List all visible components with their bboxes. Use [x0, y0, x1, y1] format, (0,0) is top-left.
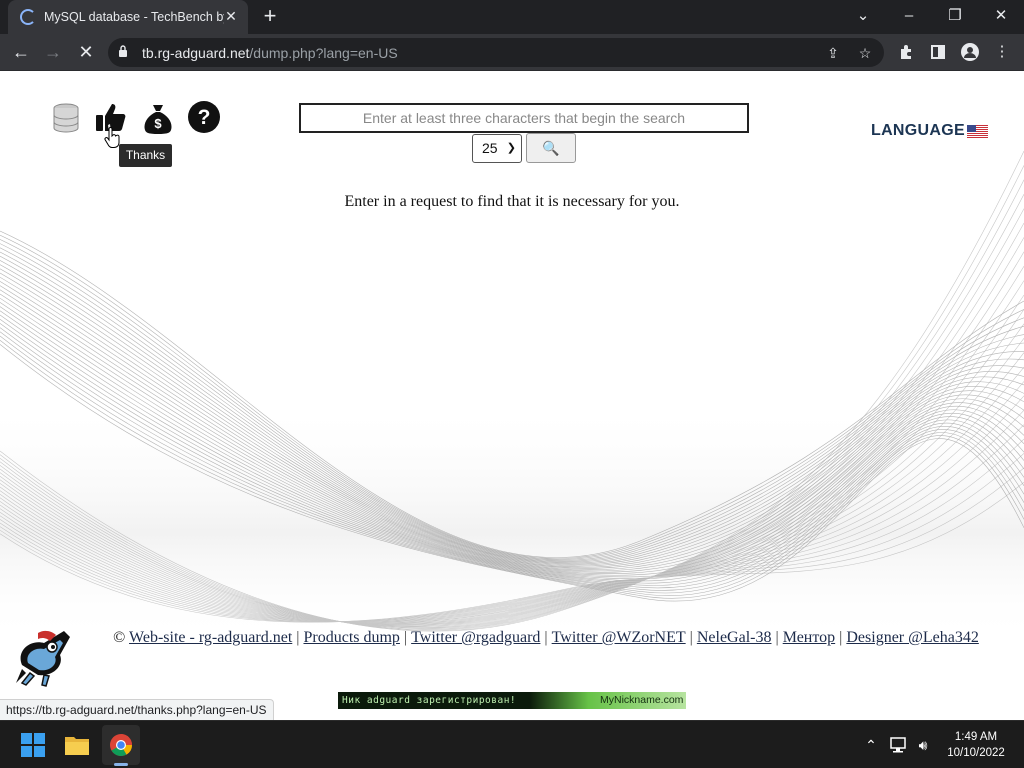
side-panel-icon[interactable] [926, 40, 950, 64]
search-prompt-text: Enter in a request to find that it is ne… [344, 193, 680, 210]
url-text[interactable]: tb.rg-adguard.net/dump.php?lang=en-US [142, 45, 398, 61]
web-page: $ ? Thanks Enter at least three characte… [0, 71, 1024, 720]
file-explorer-icon[interactable] [61, 729, 93, 761]
page-size-select[interactable]: 25 ❯ [472, 134, 522, 163]
svg-text:$: $ [154, 116, 162, 131]
windows-taskbar: ⌃ 🔊︎ 1:49 AM 10/10/2022 [0, 720, 1024, 768]
page-size-value: 25 [482, 140, 498, 156]
browser-toolbar: ← → ✕ tb.rg-adguard.net/dump.php?lang=en… [0, 34, 1024, 71]
clock-time: 1:49 AM [954, 731, 998, 743]
minimize-button[interactable]: – [893, 4, 925, 28]
url-domain: tb.rg-adguard.net [142, 45, 250, 61]
footer-separator: | [296, 629, 300, 646]
back-arrow-icon[interactable]: ← [9, 40, 33, 64]
thanks-tooltip: Thanks [119, 144, 172, 167]
share-icon[interactable]: ⇪ [822, 42, 844, 64]
language-selector[interactable]: LANGUAGE [871, 122, 965, 140]
tab-search-chevron-icon[interactable]: ⌄ [847, 4, 879, 28]
svg-text:?: ? [198, 106, 211, 129]
tab-title: MySQL database - TechBench by [44, 10, 224, 24]
stop-loading-icon[interactable]: ✕ [74, 40, 98, 64]
browser-tab-strip: MySQL database - TechBench by ✕ + ⌄ – ❐ … [0, 0, 1024, 34]
chrome-icon[interactable] [105, 729, 137, 761]
money-bag-icon[interactable]: $ [140, 101, 176, 137]
background-waves [0, 150, 1024, 641]
footer-separator: | [775, 629, 779, 646]
footer-link-designer[interactable]: Designer @Leha342 [846, 629, 978, 646]
search-input[interactable]: Enter at least three characters that beg… [299, 103, 749, 133]
banner-left-text: Ник adguard зарегистрирован! [342, 695, 517, 706]
lock-icon[interactable] [118, 45, 128, 57]
nickname-banner[interactable]: Ник adguard зарегистрирован! MyNickname.… [338, 692, 686, 709]
footer-separator: | [403, 629, 408, 646]
footer-links: © Web-site - rg-adguard.net | Products dum… [96, 627, 996, 649]
footer-separator: | [839, 629, 843, 646]
menu-kebab-icon[interactable]: ⋮ [990, 40, 1014, 64]
chevron-down-icon: ❯ [506, 142, 516, 154]
search-button[interactable]: 🔍 [526, 133, 576, 163]
footer-link-twitter-rgadguard[interactable]: Twitter @rgadguard [411, 629, 540, 646]
windows-start-icon[interactable] [17, 729, 49, 761]
network-icon[interactable] [888, 735, 910, 755]
tab-close-icon[interactable]: ✕ [222, 7, 240, 25]
profile-avatar-icon[interactable] [961, 43, 979, 61]
address-bar[interactable]: tb.rg-adguard.net/dump.php?lang=en-US ⇪ … [108, 38, 884, 67]
question-icon[interactable]: ? [186, 101, 222, 137]
link-status-bar: https://tb.rg-adguard.net/thanks.php?lan… [0, 699, 274, 720]
bookmark-star-icon[interactable]: ☆ [854, 42, 876, 64]
url-path: /dump.php?lang=en-US [249, 45, 398, 61]
volume-icon[interactable]: 🔊︎ [912, 735, 934, 755]
loading-spinner-icon [20, 9, 36, 25]
footer-link-twitter-wzornet[interactable]: Twitter @WZorNET [552, 629, 686, 646]
footer-link-mentor[interactable]: Ментор [783, 629, 835, 646]
mascot-logo-icon [16, 630, 71, 687]
restore-button[interactable]: ❐ [939, 4, 971, 28]
close-window-button[interactable]: ✕ [985, 4, 1017, 28]
banner-right-text: MyNickname.com [600, 694, 684, 706]
copyright-symbol: © [113, 629, 126, 646]
browser-tab[interactable]: MySQL database - TechBench by ✕ [8, 0, 248, 34]
system-clock[interactable]: 1:49 AM 10/10/2022 [940, 729, 1012, 761]
database-icon[interactable] [49, 101, 85, 137]
new-tab-button[interactable]: + [258, 5, 282, 29]
footer-separator: | [544, 629, 548, 646]
search-icon: 🔍 [542, 140, 560, 156]
footer-link-website[interactable]: Web-site - rg-adguard.net [129, 629, 292, 646]
active-app-indicator [114, 763, 128, 766]
footer-separator: | [689, 629, 693, 646]
footer-link-negal[interactable]: NeleGal-38 [697, 629, 772, 646]
forward-arrow-icon[interactable]: → [41, 40, 65, 64]
footer-link-products-dump[interactable]: Products dump [303, 629, 399, 646]
clock-date: 10/10/2022 [947, 747, 1005, 759]
tray-chevron-up-icon[interactable]: ⌃ [860, 735, 882, 755]
us-flag-icon[interactable] [967, 125, 988, 138]
extensions-puzzle-icon[interactable] [894, 40, 918, 64]
